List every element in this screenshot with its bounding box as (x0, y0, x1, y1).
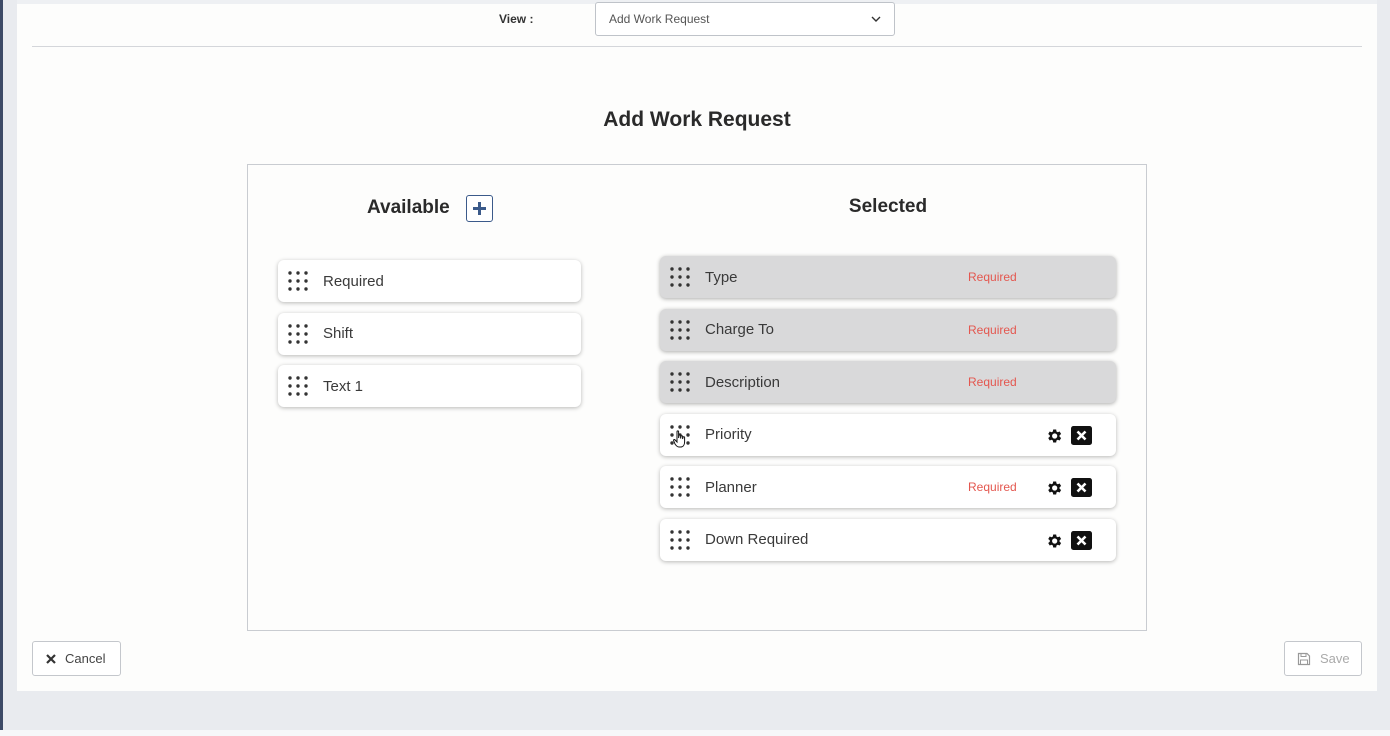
selected-field-item[interactable]: Description Required (660, 361, 1116, 403)
drag-grip-icon[interactable] (287, 270, 309, 292)
drag-grip-icon[interactable] (669, 529, 691, 551)
form-panel: View : Add Work Request Add Work Request… (17, 0, 1377, 691)
save-button[interactable]: Save (1284, 641, 1362, 676)
available-field-item[interactable]: Text 1 (278, 365, 581, 407)
field-label: Down Required (705, 531, 809, 548)
drag-grip-icon[interactable] (287, 323, 309, 345)
field-label: Planner (705, 478, 757, 496)
view-label: View : (499, 12, 534, 26)
required-badge: Required (968, 375, 1017, 389)
gear-icon[interactable] (1045, 427, 1063, 449)
header-divider (32, 46, 1362, 47)
app-left-edge (0, 0, 3, 736)
required-badge: Required (968, 480, 1017, 494)
drag-grip-icon[interactable] (287, 375, 309, 397)
field-label: Priority (705, 426, 752, 443)
cancel-label: Cancel (65, 651, 106, 666)
field-label: Text 1 (323, 377, 364, 395)
hand-cursor-icon (673, 429, 687, 452)
save-label: Save (1320, 651, 1350, 666)
close-square-icon[interactable] (1071, 478, 1092, 501)
page-title: Add Work Request (603, 108, 791, 131)
close-square-icon[interactable] (1071, 425, 1092, 449)
chevron-down-icon (871, 16, 881, 22)
drag-grip-icon[interactable] (669, 266, 691, 288)
x-icon (46, 653, 56, 664)
selected-field-item[interactable]: Type Required (660, 256, 1116, 298)
selected-field-item[interactable]: Priority (660, 413, 1116, 456)
available-field-item[interactable]: Required (278, 260, 581, 302)
gear-icon[interactable] (1045, 532, 1063, 554)
required-badge: Required (968, 270, 1017, 284)
view-select[interactable]: Add Work Request (595, 2, 895, 36)
selected-field-item[interactable]: Charge To Required (660, 308, 1116, 351)
floppy-disk-icon (1297, 652, 1311, 665)
drag-grip-icon[interactable] (669, 319, 691, 341)
field-label: Required (323, 272, 384, 290)
cancel-button[interactable]: Cancel (32, 641, 121, 676)
bottom-strip (0, 730, 1390, 736)
field-label: Charge To (705, 321, 774, 338)
field-layout-editor: Available Selected Required Shift Text 1 T… (247, 164, 1147, 631)
required-badge: Required (968, 322, 1017, 337)
selected-header: Selected (848, 196, 928, 217)
view-select-value: Add Work Request (609, 12, 710, 26)
field-label: Description (705, 373, 781, 391)
selected-field-item[interactable]: Down Required (660, 518, 1116, 561)
drag-grip-icon[interactable] (669, 476, 691, 498)
selected-field-item[interactable]: Planner Required (660, 466, 1116, 508)
gear-icon[interactable] (1045, 479, 1063, 501)
available-field-item[interactable]: Shift (278, 312, 581, 355)
field-label: Type (705, 268, 738, 286)
close-square-icon[interactable] (1071, 530, 1092, 554)
drag-grip-icon[interactable] (669, 371, 691, 393)
field-label: Shift (323, 325, 354, 342)
